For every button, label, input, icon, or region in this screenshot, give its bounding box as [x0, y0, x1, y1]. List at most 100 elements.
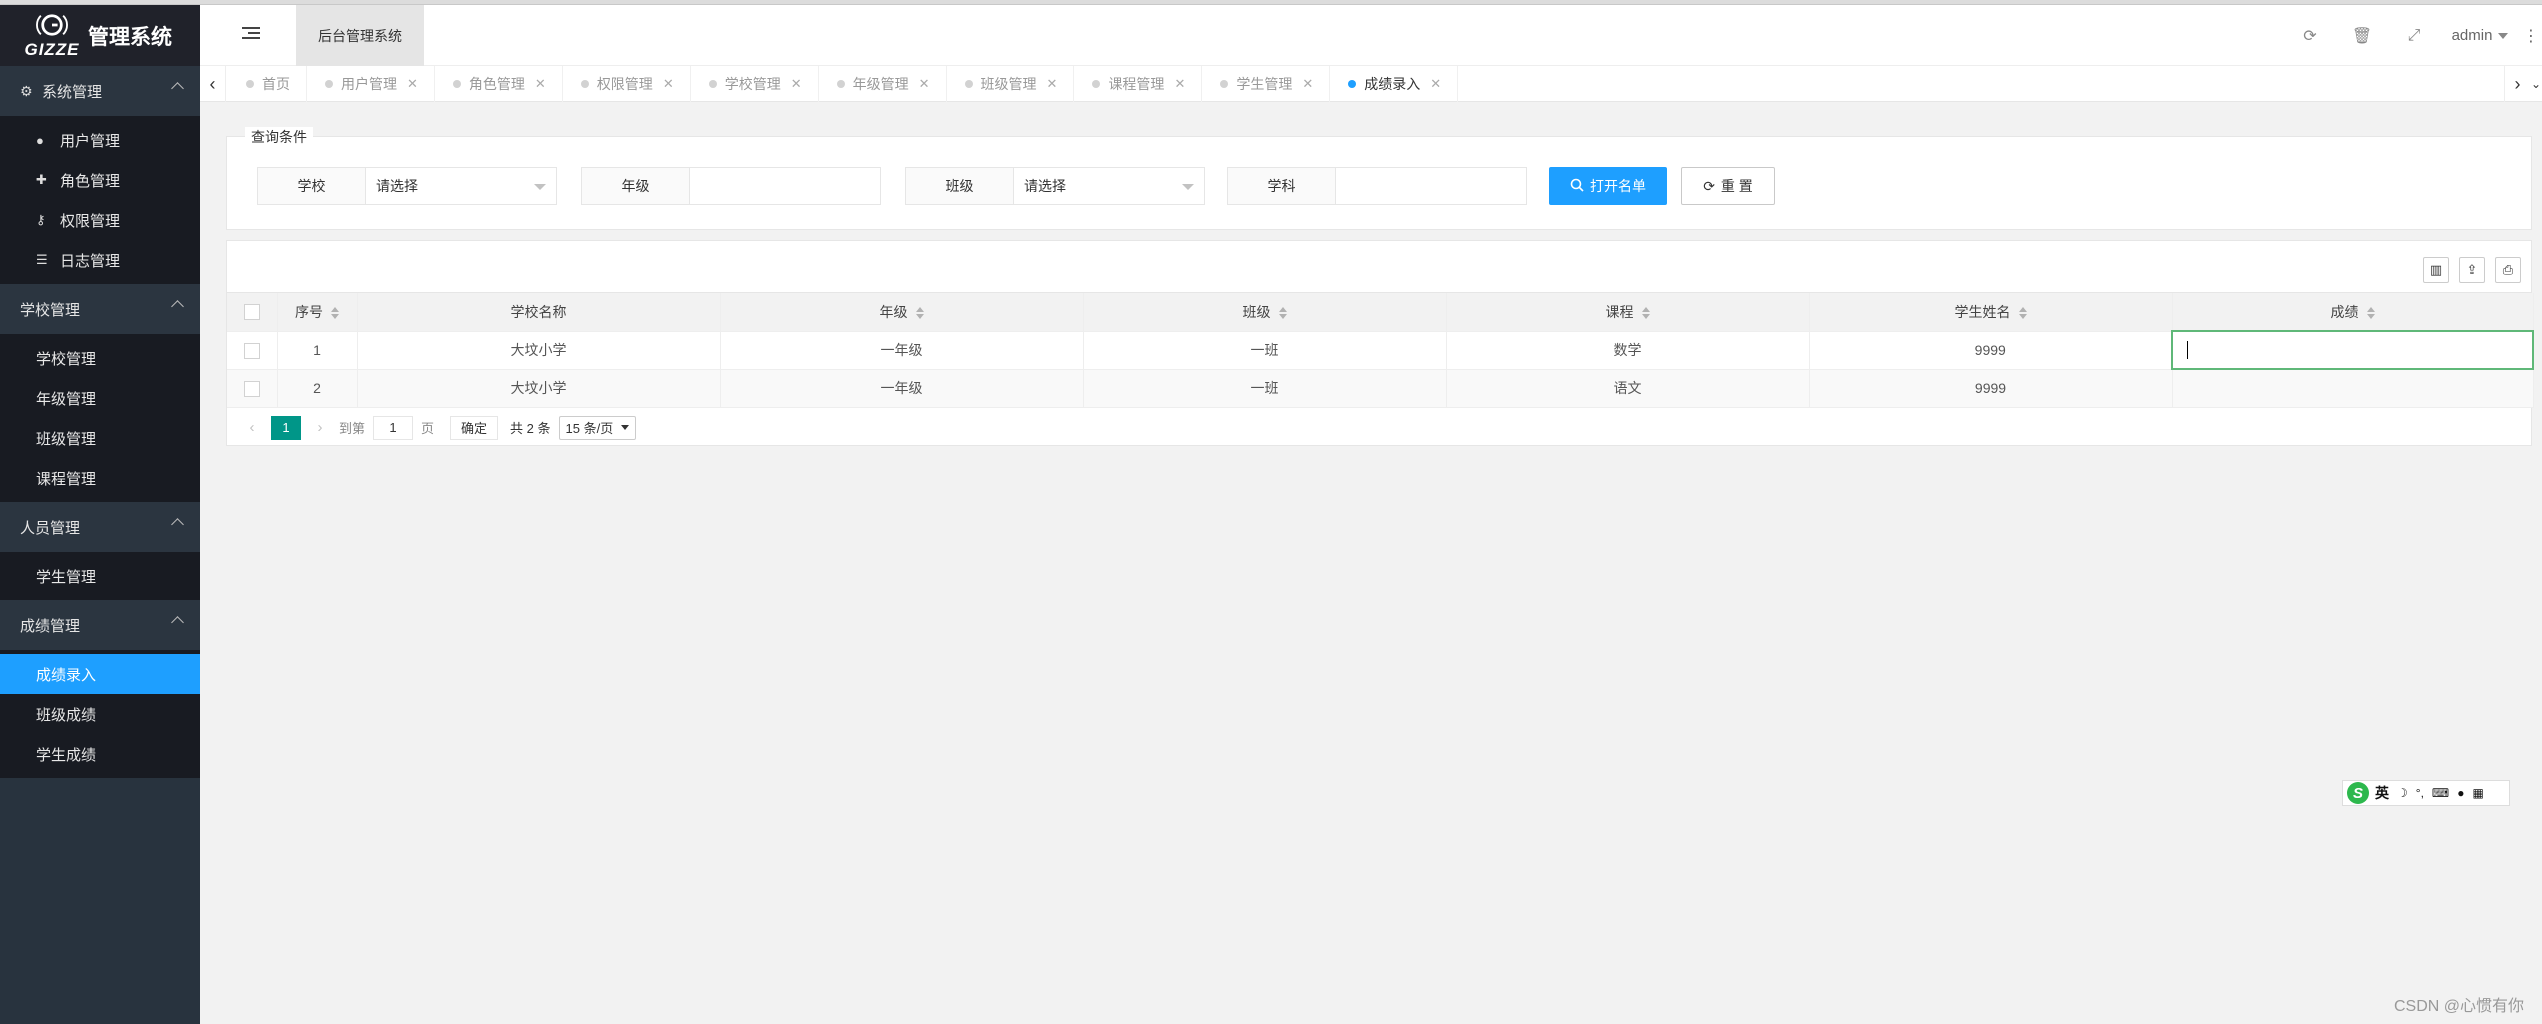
sort-icon[interactable] [1641, 307, 1650, 320]
grid-icon[interactable]: ▦ [2472, 786, 2483, 800]
sidebar-item-role[interactable]: ✚ 角色管理 [0, 160, 200, 200]
chevron-up-icon [171, 616, 184, 629]
punctuation-icon[interactable]: °, [2416, 786, 2424, 800]
ime-mode[interactable]: 英 [2375, 783, 2389, 803]
close-icon[interactable]: ✕ [919, 76, 930, 92]
menu-group-people[interactable]: 人员管理 [0, 502, 200, 552]
sidebar-item-school[interactable]: 学校管理 [0, 338, 200, 378]
class-select[interactable]: 请选择 [1013, 167, 1205, 205]
tab-class[interactable]: 班级管理 ✕ [947, 66, 1075, 102]
close-icon[interactable]: ✕ [407, 76, 418, 92]
table-cell: 语文 [1446, 369, 1810, 408]
subject-field: 学科 [1227, 167, 1527, 205]
tab-scroll-left-icon[interactable]: ‹ [200, 66, 226, 102]
user-menu[interactable]: admin [2440, 27, 2520, 44]
next-page-icon[interactable]: › [309, 419, 331, 436]
logo[interactable]: GIZZE 管理系统 [0, 5, 200, 66]
tab-school[interactable]: 学校管理 ✕ [691, 66, 819, 102]
tab-menu-chevron-icon[interactable]: ⌄ [2530, 66, 2542, 102]
sidebar-item-class-score[interactable]: 班级成绩 [0, 694, 200, 734]
tab-user[interactable]: 用户管理 ✕ [307, 66, 435, 102]
column-header[interactable]: 班级 [1083, 293, 1447, 332]
sort-icon[interactable] [2018, 307, 2027, 320]
close-icon[interactable]: ✕ [1047, 76, 1058, 92]
score-edit-cell[interactable] [2171, 330, 2534, 370]
school-select[interactable]: 请选择 [365, 167, 557, 205]
current-page[interactable]: 1 [271, 415, 301, 440]
sidebar-item-course[interactable]: 课程管理 [0, 458, 200, 498]
tab-scroll-right-icon[interactable]: › [2504, 66, 2530, 102]
sidebar-item-class[interactable]: 班级管理 [0, 418, 200, 458]
reset-button[interactable]: ⟳ 重 置 [1681, 167, 1775, 205]
header-actions: ⟳ 🗑 ⤢ admin ⋮ [2284, 5, 2542, 66]
sort-icon[interactable] [331, 307, 339, 320]
sidebar-item-student[interactable]: 学生管理 [0, 556, 200, 596]
tab-grade[interactable]: 年级管理 ✕ [819, 66, 947, 102]
tab-role[interactable]: 角色管理 ✕ [435, 66, 563, 102]
tab-home[interactable]: 首页 [228, 66, 307, 102]
subject-input[interactable] [1335, 167, 1527, 205]
sidebar-item-permission[interactable]: ⚷ 权限管理 [0, 200, 200, 240]
sidebar-item-score-entry[interactable]: 成绩录入 [0, 654, 200, 694]
tab-dot [964, 80, 973, 88]
tab-label: 学校管理 [724, 76, 781, 92]
trash-icon[interactable]: 🗑 [2336, 26, 2388, 46]
sidebar-item-label: 班级成绩 [36, 706, 97, 724]
more-icon[interactable]: ⋮ [2520, 26, 2542, 46]
columns-icon[interactable]: ▥ [2423, 257, 2449, 283]
tab-course[interactable]: 课程管理 ✕ [1074, 66, 1203, 102]
column-header[interactable]: 序号 [277, 293, 358, 332]
sidebar-item-log[interactable]: ☰ 日志管理 [0, 240, 200, 280]
score-cell[interactable] [2172, 369, 2534, 408]
tab-student[interactable]: 学生管理 ✕ [1202, 66, 1331, 102]
column-header[interactable]: 课程 [1446, 293, 1810, 332]
close-icon[interactable]: ✕ [1430, 76, 1441, 92]
open-list-button[interactable]: 打开名单 [1549, 167, 1667, 205]
moon-icon[interactable]: ☽ [2397, 786, 2408, 800]
column-header[interactable]: 成绩 [2172, 293, 2534, 332]
sort-icon[interactable] [915, 307, 924, 320]
fullscreen-icon[interactable]: ⤢ [2388, 27, 2440, 45]
system-tab[interactable]: 后台管理系统 [296, 5, 424, 66]
ime-toolbar[interactable]: S 英 ☽ °, ⌨ ● ▦ [2342, 780, 2510, 806]
page-size-select[interactable]: 15 条/页 [558, 415, 637, 440]
grade-label: 年级 [581, 167, 689, 205]
sort-icon[interactable] [1278, 307, 1287, 320]
tab-permission[interactable]: 权限管理 ✕ [563, 66, 691, 102]
column-header[interactable]: 学生姓名 [1809, 293, 2173, 332]
sort-icon[interactable] [2366, 306, 2375, 319]
table-row: 2 大坟小学 一年级 一班 语文 9999 [227, 369, 2534, 408]
select-all-checkbox[interactable] [243, 304, 260, 321]
menu-group-system[interactable]: ⚙ 系统管理 [0, 66, 200, 116]
export-icon[interactable]: ⇪ [2459, 257, 2485, 283]
row-select-cell[interactable] [227, 331, 278, 370]
prev-page-icon[interactable]: ‹ [241, 419, 263, 436]
column-header[interactable]: 年级 [720, 293, 1084, 332]
menu-toggle-icon[interactable] [242, 27, 260, 41]
close-icon[interactable]: ✕ [535, 76, 546, 92]
menu-group-school[interactable]: 学校管理 [0, 284, 200, 334]
tab-bar: ‹ 首页 用户管理 ✕ 角色管理 ✕ 权限管理 ✕ 学校管理 ✕ 年级管理 ✕ 班级管理 ✕… [200, 66, 2542, 102]
refresh-icon[interactable]: ⟳ [2284, 26, 2336, 46]
user-icon[interactable]: ● [2457, 786, 2464, 800]
select-all-cell[interactable] [227, 293, 278, 332]
close-icon[interactable]: ✕ [663, 76, 674, 92]
tab-dot [580, 80, 589, 88]
sidebar-item-student-score[interactable]: 学生成绩 [0, 734, 200, 774]
row-checkbox[interactable] [243, 342, 260, 359]
keyboard-icon[interactable]: ⌨ [2432, 786, 2449, 800]
sidebar-item-user[interactable]: ● 用户管理 [0, 120, 200, 160]
close-icon[interactable]: ✕ [791, 76, 802, 92]
close-icon[interactable]: ✕ [1174, 76, 1185, 92]
menu-group-score[interactable]: 成绩管理 [0, 600, 200, 650]
tab-label: 班级管理 [980, 76, 1037, 92]
close-icon[interactable]: ✕ [1302, 76, 1313, 92]
grade-input[interactable] [689, 167, 881, 205]
goto-page-input[interactable]: 1 [373, 415, 414, 440]
row-checkbox[interactable] [243, 380, 260, 397]
tab-score-entry[interactable]: 成绩录入 ✕ [1330, 66, 1459, 102]
goto-confirm-button[interactable]: 确定 [450, 415, 499, 440]
print-icon[interactable]: ⎙ [2495, 257, 2521, 283]
row-select-cell[interactable] [227, 369, 278, 408]
sidebar-item-grade[interactable]: 年级管理 [0, 378, 200, 418]
